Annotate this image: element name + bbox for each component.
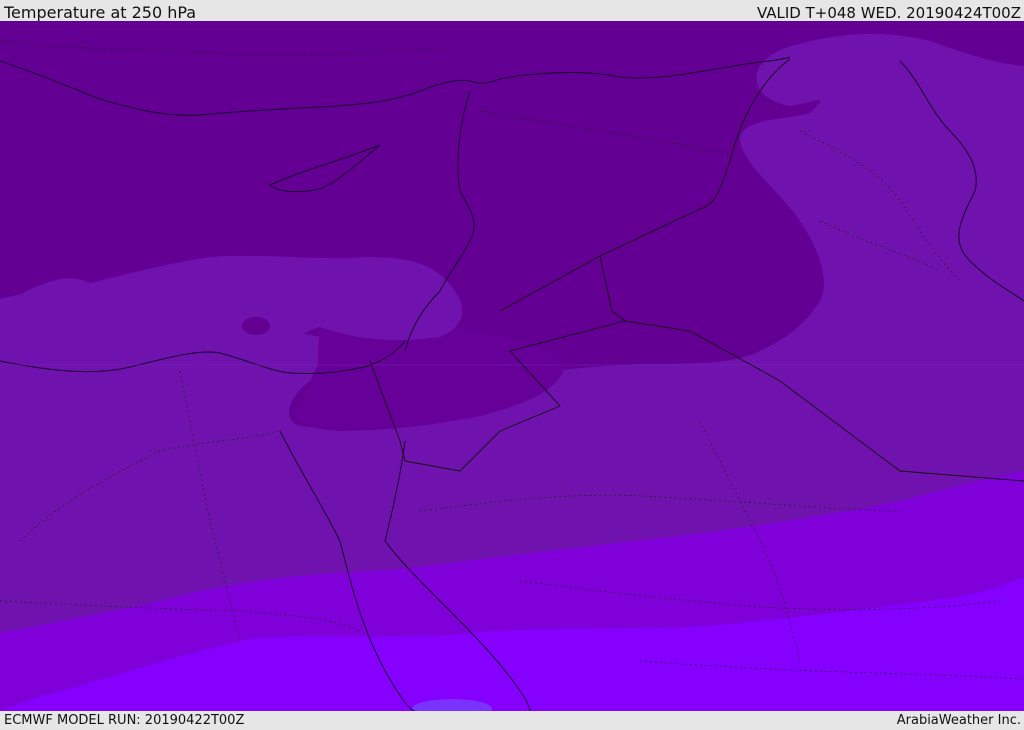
header-bar: Temperature at 250 hPa VALID T+048 WED. … <box>0 0 1024 22</box>
valid-time-label: VALID T+048 WED. 20190424T00Z <box>756 4 1021 22</box>
cold-patch-small <box>242 317 270 335</box>
weather-map[interactable] <box>0 21 1024 711</box>
map-canvas <box>0 21 1024 711</box>
map-title: Temperature at 250 hPa <box>4 3 197 22</box>
footer-bar: ECMWF MODEL RUN: 20190422T00Z ArabiaWeat… <box>0 711 1024 729</box>
credit-label: ArabiaWeather Inc. <box>896 713 1021 728</box>
model-run-label: ECMWF MODEL RUN: 20190422T00Z <box>4 713 245 728</box>
